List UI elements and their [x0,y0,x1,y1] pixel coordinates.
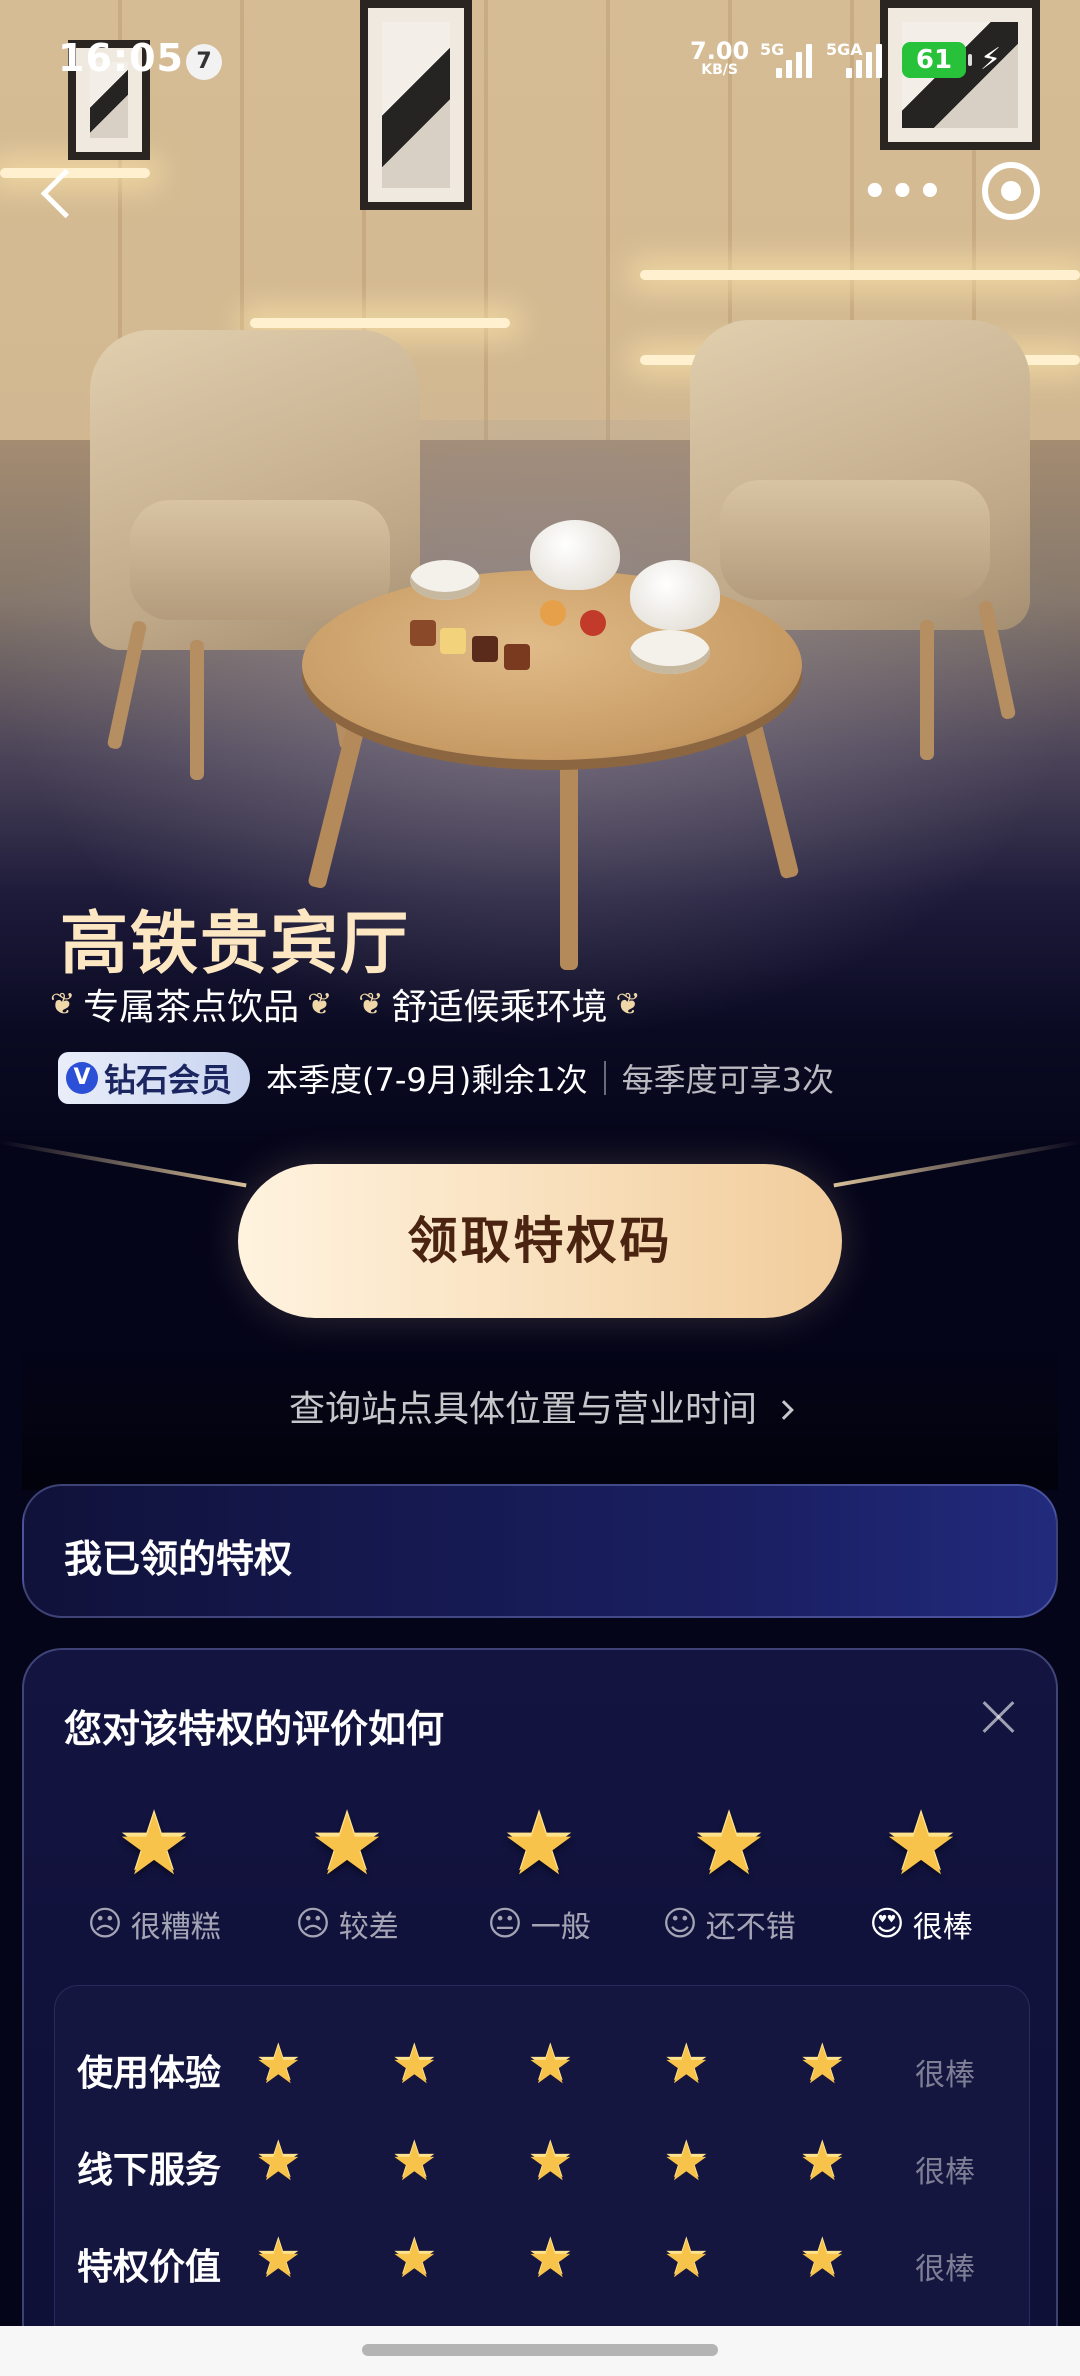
sub-rating-row: 特权价值 ★ ★ ★ ★ ★ 很棒 [55,2220,1031,2300]
hero-light [640,270,1080,280]
hero-dessert [540,600,566,626]
hero-dessert [580,610,606,636]
face-icon: 😐 [487,1904,523,1944]
sub-rating-label: 线下服务 [77,2150,222,2191]
laurel-icon: ❦ [358,986,384,1022]
star-icon: ★ [116,1796,192,1894]
home-indicator[interactable] [362,2344,718,2356]
chevron-right-icon [774,1400,794,1420]
diamond-member-icon: V [66,1062,98,1094]
network-speed-value: 7.00 [690,37,750,65]
my-privileges-card[interactable]: 我已领的特权 [22,1484,1058,1618]
star-icon[interactable]: ★ [255,2133,302,2193]
star-icon[interactable]: ★ [799,2036,846,2096]
rating-option[interactable]: ★ 😐 一般 [454,1800,624,1946]
sub-rating-value: 很棒 [915,2155,975,2190]
laurel-icon: ❦ [307,986,333,1022]
hero-dessert [504,644,530,670]
signal-1-icon [776,44,812,78]
star-icon: ★ [883,1796,959,1894]
laurel-icon: ❦ [50,986,76,1022]
star-icon: ★ [691,1796,767,1894]
charging-icon: ⚡ [980,42,1002,77]
claim-privilege-code-button[interactable]: 领取特权码 [238,1164,842,1318]
face-icon: ☹ [295,1904,331,1944]
hero-teapot [630,560,720,630]
sub-rating-row: 使用体验 ★ ★ ★ ★ ★ 很棒 [55,2026,1031,2106]
star-icon: ★ [501,1796,577,1894]
sub-rating-value: 很棒 [915,2252,975,2287]
feature-item: ❦ 专属茶点饮品 ❦ [50,978,332,1030]
star-icon: ★ [309,1796,385,1894]
star-icon[interactable]: ★ [663,2036,710,2096]
star-icon[interactable]: ★ [391,2036,438,2096]
star-icon[interactable]: ★ [799,2133,846,2193]
quota-remaining: 本季度(7-9月)剩余1次 [266,1061,588,1099]
member-badge: V 钻石会员 [58,1052,251,1104]
feature-list: ❦ 专属茶点饮品 ❦ ❦ 舒适候乘环境 ❦ [50,978,641,1030]
star-icon[interactable]: ★ [391,2133,438,2193]
status-time: 16:05 [58,36,184,80]
signal-2-icon [846,44,882,78]
close-icon[interactable] [978,1696,1020,1738]
member-badge-label: 钻石会员 [104,1061,233,1099]
status-bar: 16:05 7 7.00 KB/S 5G 5GA 61 ⚡ [0,0,1080,120]
star-icon[interactable]: ★ [663,2230,710,2290]
feature-label: 舒适候乘环境 [391,987,608,1028]
rating-option-label: 还不错 [705,1910,796,1945]
membership-row: V 钻石会员 本季度(7-9月)剩余1次 每季度可享3次 [58,1052,834,1104]
hero-dessert [472,636,498,662]
hero-light [250,318,510,328]
star-icon[interactable]: ★ [663,2133,710,2193]
star-icon[interactable]: ★ [527,2036,574,2096]
sub-ratings-panel: 使用体验 ★ ★ ★ ★ ★ 很棒 线下服务 ★ ★ ★ ★ ★ 很棒 特权价值… [54,1985,1030,2376]
sub-rating-value: 很棒 [915,2058,975,2093]
star-icon[interactable]: ★ [799,2230,846,2290]
rating-option[interactable]: ★ ☹ 很糟糕 [69,1800,239,1946]
rating-option-selected[interactable]: ★ 😍 很棒 [836,1800,1006,1946]
star-icon[interactable]: ★ [255,2230,302,2290]
sub-rating-row: 线下服务 ★ ★ ★ ★ ★ 很棒 [55,2123,1031,2203]
hero-dessert [440,628,466,654]
face-icon: ☺ [662,1904,698,1944]
rating-option-label: 较差 [338,1910,399,1945]
sub-rating-label: 特权价值 [77,2247,222,2288]
my-privileges-title: 我已领的特权 [64,1537,293,1581]
divider [603,1061,606,1095]
laurel-icon: ❦ [615,986,641,1022]
station-info-link[interactable]: 查询站点具体位置与营业时间 [0,1380,1080,1432]
star-icon[interactable]: ★ [527,2230,574,2290]
notification-count-badge: 7 [186,44,222,80]
hero-cup [630,630,710,674]
feature-item: ❦ 舒适候乘环境 ❦ [358,978,640,1030]
station-info-link-label: 查询站点具体位置与营业时间 [288,1389,757,1430]
rating-card: 您对该特权的评价如何 ★ ☹ 很糟糕 ★ ☹ 较差 ★ 😐 一般 ★ ☺ 还不错 ★ 😍… [22,1648,1058,2376]
sub-rating-label: 使用体验 [77,2053,222,2094]
face-icon: 😍 [869,1904,905,1944]
star-icon[interactable]: ★ [527,2133,574,2193]
rating-option-label: 很糟糕 [130,1910,221,1945]
rating-title: 您对该特权的评价如何 [64,1707,445,1751]
page-title: 高铁贵宾厅 [60,905,411,984]
network-speed: 7.00 KB/S [690,37,750,78]
battery-icon: 61 [902,42,972,78]
rating-option-label: 很棒 [912,1910,973,1945]
rating-option[interactable]: ★ ☺ 还不错 [644,1800,814,1946]
face-icon: ☹ [87,1904,123,1944]
hero-dessert [410,620,436,646]
rating-option[interactable]: ★ ☹ 较差 [262,1800,432,1946]
page: 16:05 7 7.00 KB/S 5G 5GA 61 ⚡ ••• 高铁贵宾厅 … [0,0,1080,2376]
hero-coffee-table [302,570,802,760]
rating-option-label: 一般 [530,1910,591,1945]
more-icon[interactable]: ••• [862,172,943,212]
close-miniprogram-icon[interactable] [982,162,1040,220]
feature-label: 专属茶点饮品 [83,987,300,1028]
hero-teapot [530,520,620,590]
hero-table-leg [560,740,578,970]
hero-cup [410,560,480,600]
quota-total: 每季度可享3次 [621,1061,834,1099]
star-icon[interactable]: ★ [391,2230,438,2290]
star-icon[interactable]: ★ [255,2036,302,2096]
back-icon[interactable] [32,160,82,230]
